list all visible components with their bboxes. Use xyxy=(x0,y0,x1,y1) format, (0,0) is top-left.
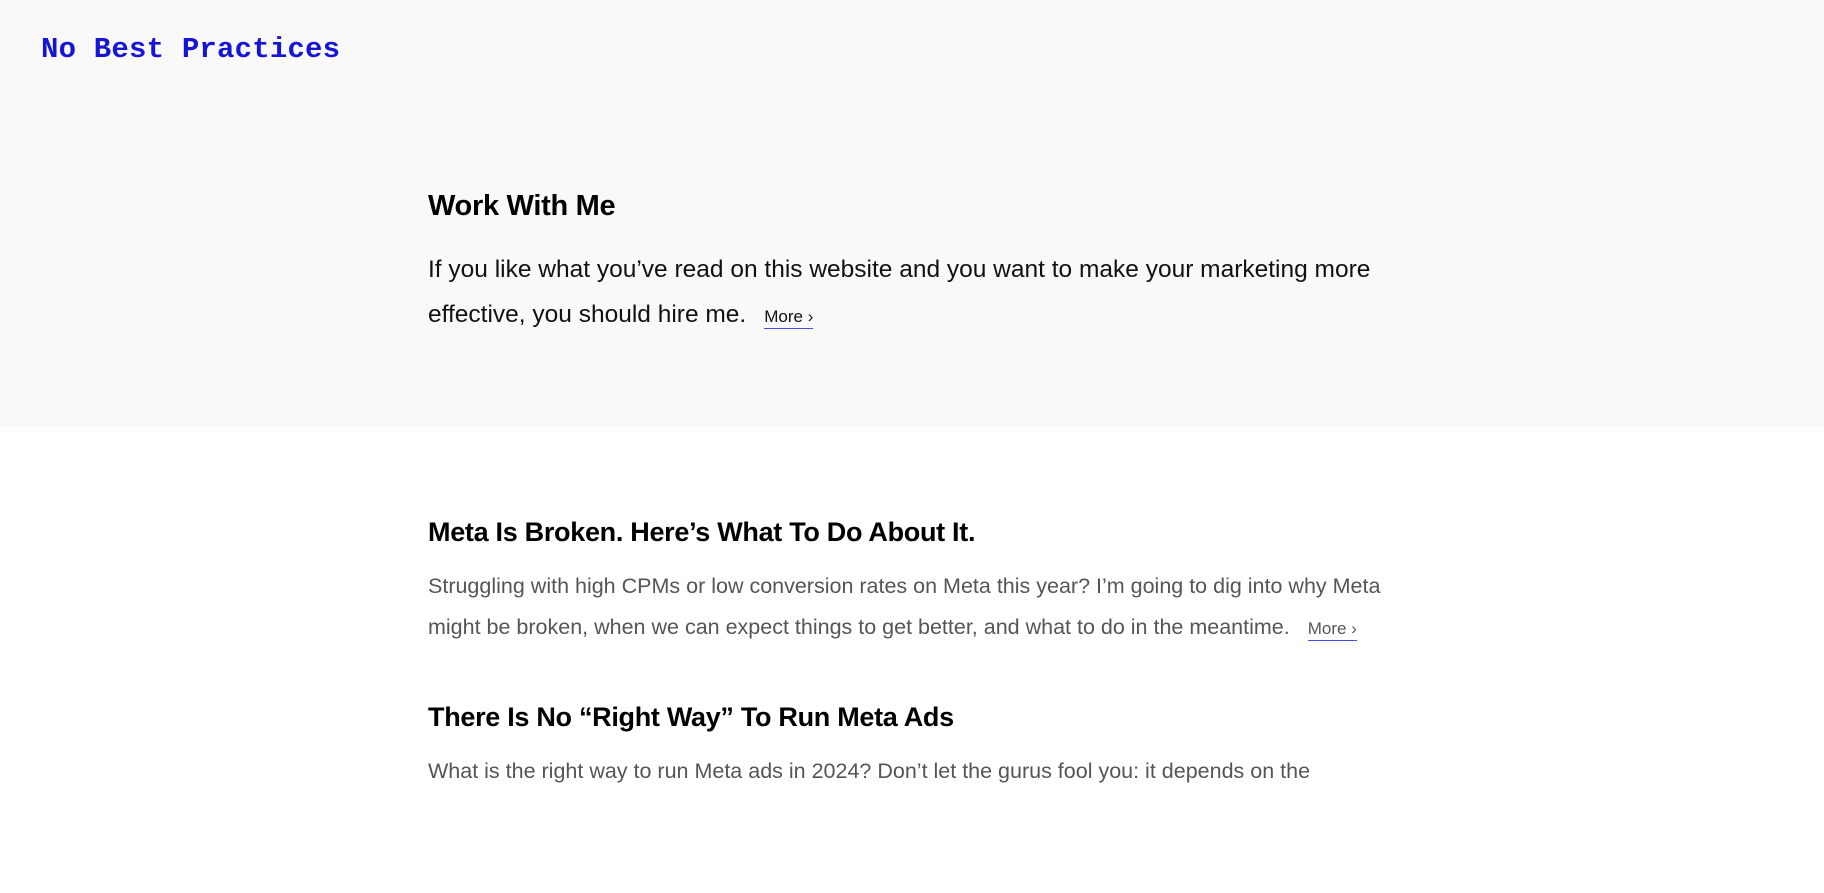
post-excerpt-text: Struggling with high CPMs or low convers… xyxy=(428,574,1381,639)
hero-title: Work With Me xyxy=(428,190,616,222)
post-list-column: Meta Is Broken. Here’s What To Do About … xyxy=(428,517,1418,792)
post-excerpt: What is the right way to run Meta ads in… xyxy=(428,751,1418,792)
hero-section: No Best Practices Work With Me If you li… xyxy=(0,0,1824,427)
hero-text-body: If you like what you’ve read on this web… xyxy=(428,256,1371,328)
post-excerpt-text: What is the right way to run Meta ads in… xyxy=(428,759,1311,783)
hero-text: If you like what you’ve read on this web… xyxy=(428,247,1408,337)
post-more-link[interactable]: More › xyxy=(1307,618,1357,641)
post-title-link[interactable]: Meta Is Broken. Here’s What To Do About … xyxy=(428,517,975,548)
hero-more-link[interactable]: More › xyxy=(764,306,814,329)
post-title-link[interactable]: There Is No “Right Way” To Run Meta Ads xyxy=(428,702,954,733)
post-item: Meta Is Broken. Here’s What To Do About … xyxy=(428,517,1418,648)
post-item: There Is No “Right Way” To Run Meta Ads … xyxy=(428,702,1418,792)
post-excerpt: Struggling with high CPMs or low convers… xyxy=(428,566,1418,648)
site-title-link[interactable]: No Best Practices xyxy=(41,33,340,66)
hero-content: Work With Me If you like what you’ve rea… xyxy=(428,190,1418,337)
